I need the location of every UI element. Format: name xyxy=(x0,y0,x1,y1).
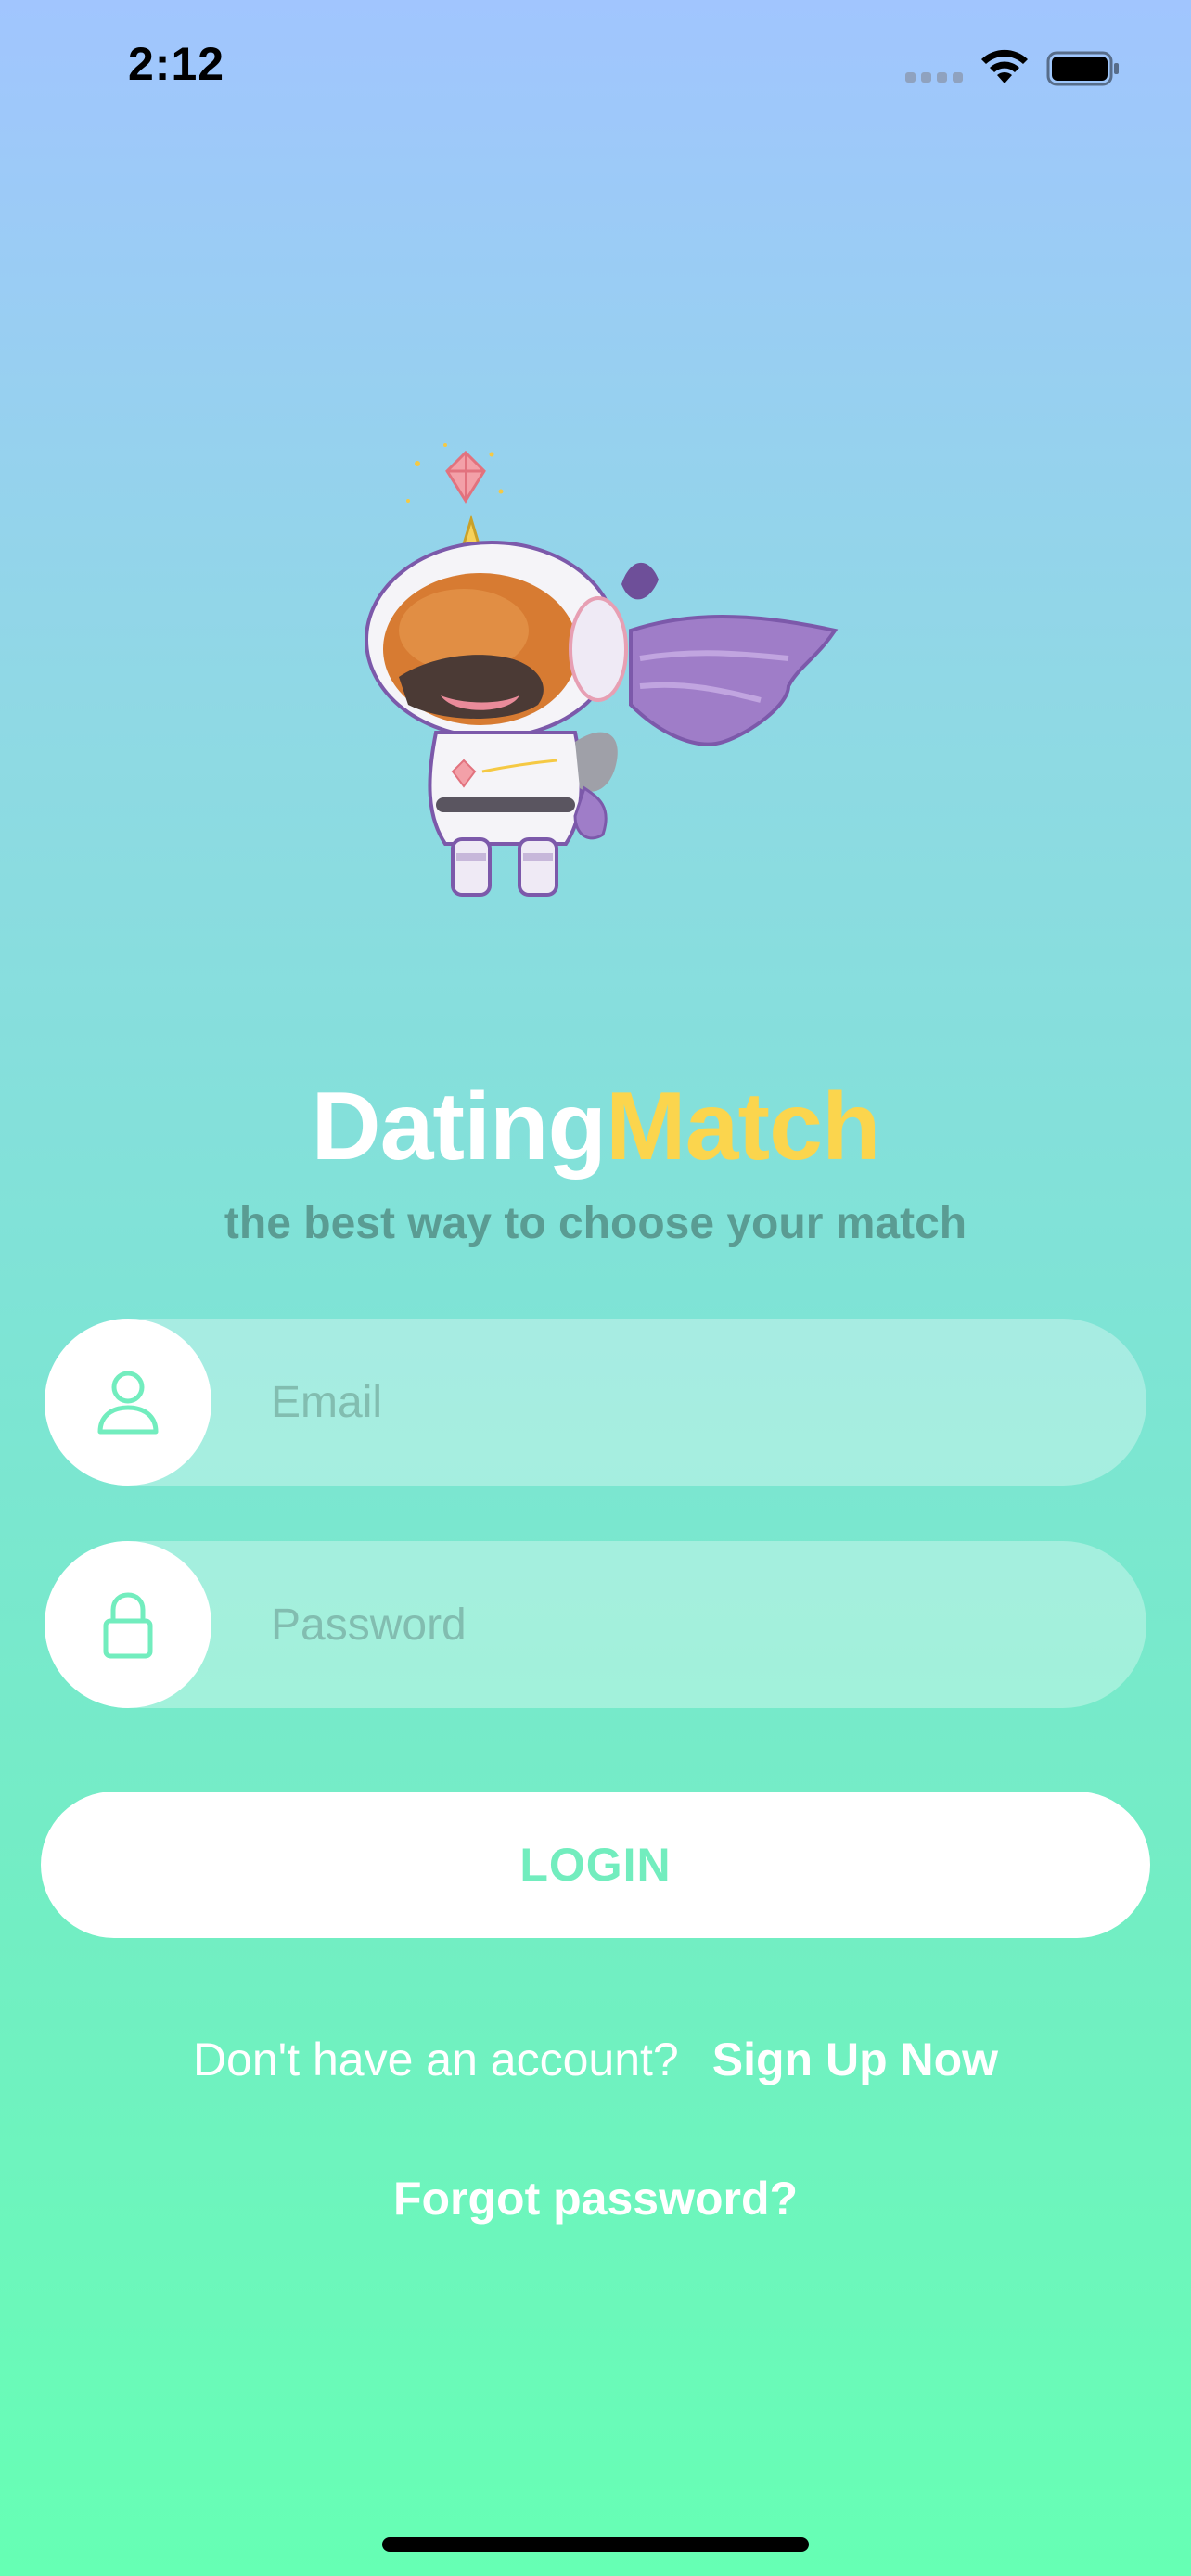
wifi-icon xyxy=(981,49,1028,83)
status-bar: 2:12 xyxy=(0,0,1191,139)
app-title-match: Match xyxy=(606,1073,880,1180)
sign-up-link[interactable]: Sign Up Now xyxy=(712,2034,998,2085)
password-input[interactable] xyxy=(271,1541,1106,1708)
app-title-dating: Dating xyxy=(311,1073,607,1180)
user-icon xyxy=(97,1371,159,1435)
signal-icon xyxy=(905,72,963,83)
email-field[interactable] xyxy=(45,1319,1146,1486)
signup-prompt: Don't have an account? xyxy=(192,2034,679,2085)
home-indicator[interactable] xyxy=(382,2537,809,2552)
email-icon-circle xyxy=(45,1319,211,1486)
forgot-password-link[interactable]: Forgot password? xyxy=(0,2166,1191,2231)
login-button[interactable]: LOGIN xyxy=(41,1792,1150,1938)
status-time: 2:12 xyxy=(128,38,225,90)
email-input[interactable] xyxy=(271,1319,1106,1486)
astronaut-unicorn-mascot xyxy=(365,443,839,897)
lock-icon xyxy=(103,1592,153,1659)
app-title: DatingMatch xyxy=(0,1066,1191,1187)
signup-row: Don't have an account? Sign Up Now xyxy=(0,2027,1191,2092)
password-field[interactable] xyxy=(45,1541,1146,1708)
password-icon-circle xyxy=(45,1541,211,1708)
tagline: the best way to choose your match xyxy=(224,1199,967,1248)
battery-icon xyxy=(1046,51,1119,86)
